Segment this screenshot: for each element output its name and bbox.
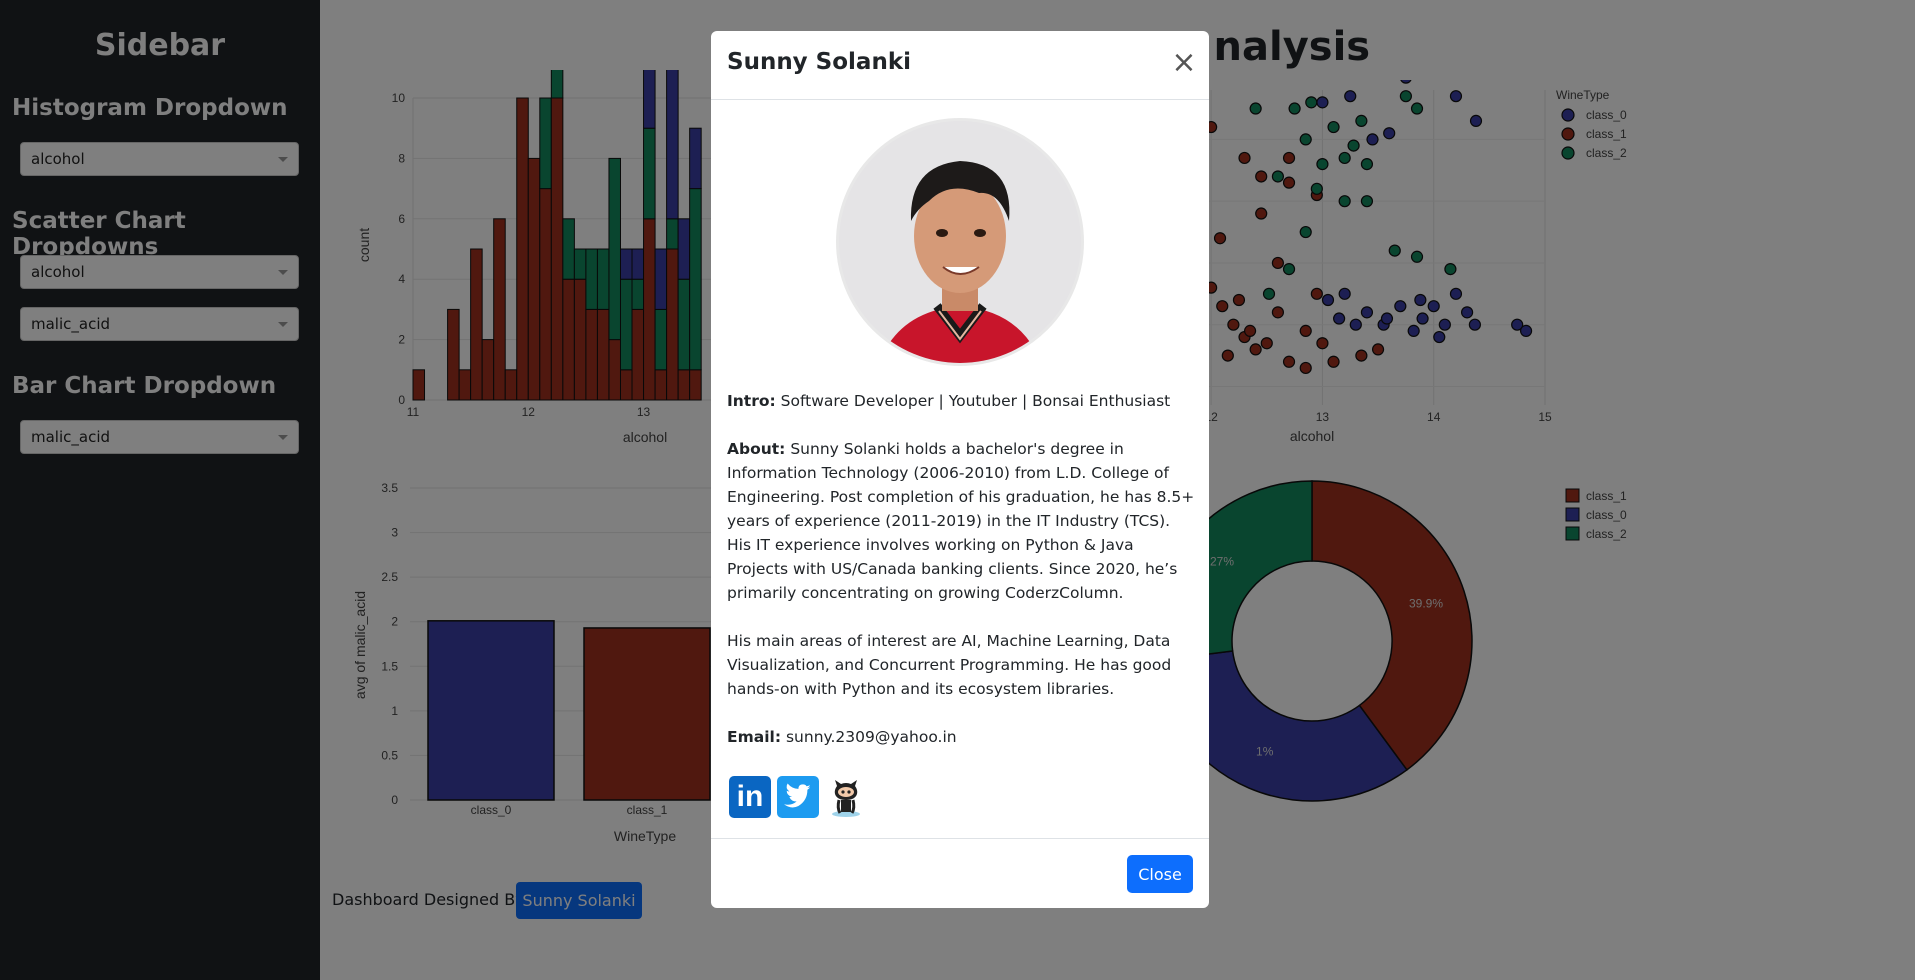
modal-footer: Close xyxy=(711,838,1209,908)
email-paragraph: Email: sunny.2309@yahoo.in xyxy=(727,728,957,746)
author-modal: Sunny Solanki × Intro: Software Develope… xyxy=(711,31,1209,908)
close-button[interactable]: Close xyxy=(1127,855,1193,893)
github-icon[interactable] xyxy=(825,776,867,818)
linkedin-icon[interactable]: in xyxy=(729,776,771,818)
intro-paragraph: Intro: Software Developer | Youtuber | B… xyxy=(727,392,1171,410)
modal-title: Sunny Solanki xyxy=(727,49,912,75)
interests-paragraph: His main areas of interest are AI, Machi… xyxy=(727,632,1172,698)
modal-header: Sunny Solanki × xyxy=(711,31,1209,100)
avatar xyxy=(836,118,1084,366)
about-paragraph: About: Sunny Solanki holds a bachelor's … xyxy=(727,440,1195,602)
twitter-icon[interactable] xyxy=(777,776,819,818)
close-icon[interactable]: × xyxy=(1171,48,1197,78)
